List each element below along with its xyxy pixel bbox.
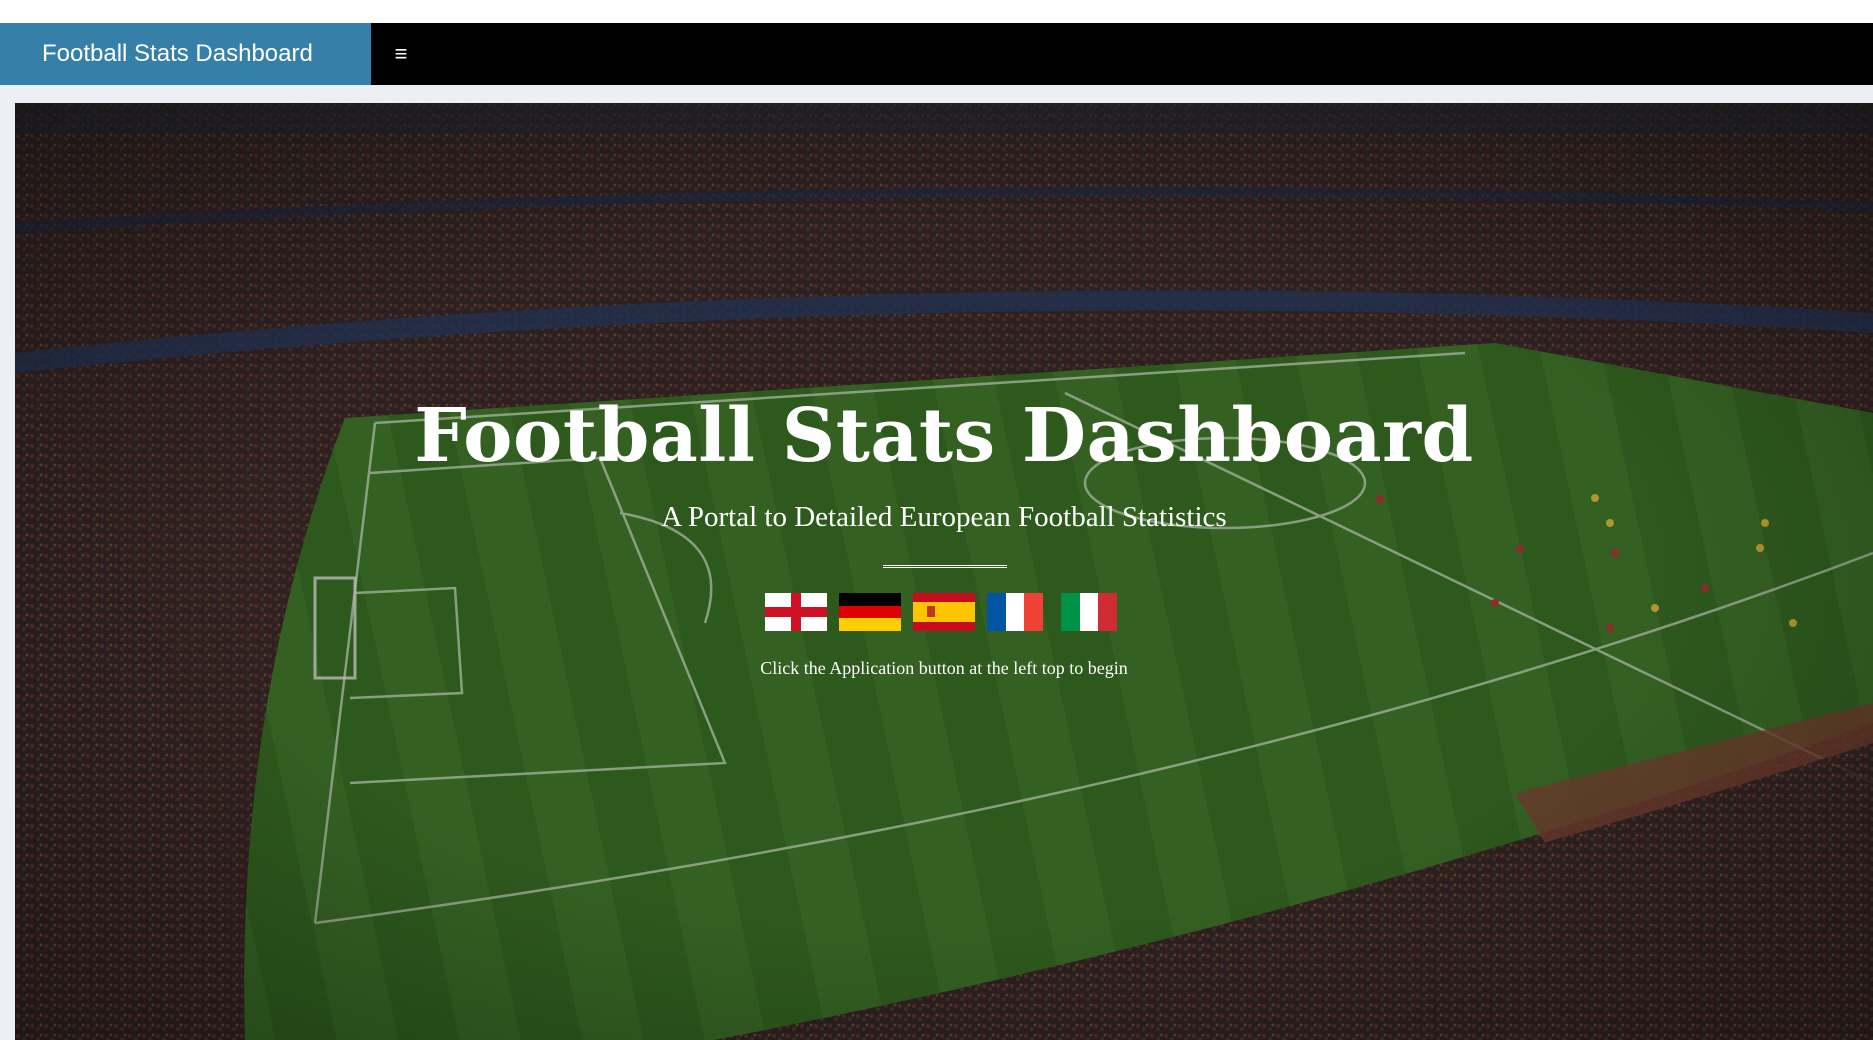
flag-row (765, 593, 1135, 631)
navbar: ≡ (371, 23, 1873, 85)
hero-hint: Click the Application button at the left… (760, 658, 1128, 678)
hero-content: Football Stats Dashboard A Portal to Det… (15, 103, 1873, 1040)
france-flag-icon (987, 593, 1049, 631)
brand-title: Football Stats Dashboard (42, 40, 313, 67)
divider (883, 565, 1007, 568)
england-flag-icon (765, 593, 827, 631)
hero-subtitle: A Portal to Detailed European Football S… (661, 501, 1227, 533)
hero-banner: Football Stats Dashboard A Portal to Det… (15, 103, 1873, 1040)
sidebar-toggle-button[interactable]: ≡ (373, 23, 429, 85)
hero-title: Football Stats Dashboard (414, 393, 1474, 479)
spain-flag-icon (913, 593, 975, 631)
top-header: Football Stats Dashboard ≡ (0, 23, 1873, 85)
brand-logo[interactable]: Football Stats Dashboard (0, 23, 371, 85)
germany-flag-icon (839, 593, 901, 631)
menu-icon: ≡ (394, 41, 408, 66)
italy-flag-icon (1061, 593, 1123, 631)
